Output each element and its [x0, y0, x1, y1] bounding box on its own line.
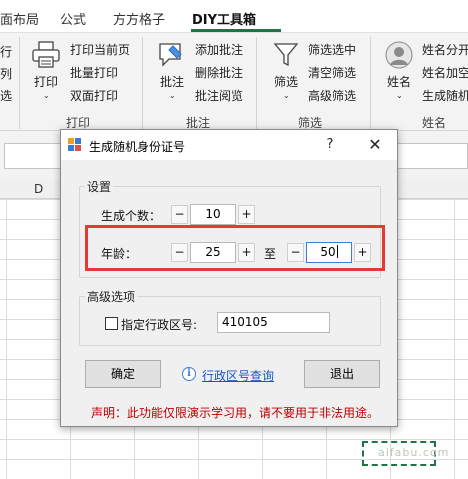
print-current-page[interactable]: 打印当前页: [70, 41, 130, 58]
chevron-down-icon[interactable]: ⌄: [43, 91, 50, 100]
ribbon-tab-bar: 面布局 公式 方方格子 DIY工具箱: [0, 0, 468, 32]
count-input[interactable]: 10: [190, 204, 236, 225]
name-box[interactable]: [4, 143, 64, 169]
age-label: 年龄：: [101, 247, 138, 261]
close-button[interactable]: ✕: [361, 134, 389, 156]
count-plus-button[interactable]: +: [238, 205, 255, 224]
region-code-lookup-link[interactable]: 行政区号查询: [202, 367, 274, 384]
age-min-input[interactable]: 25: [190, 242, 236, 263]
chevron-down-icon[interactable]: ⌄: [169, 91, 176, 100]
settings-title: 设置: [85, 178, 114, 195]
funnel-icon: [273, 43, 299, 67]
count-label: 生成个数：: [101, 209, 162, 223]
group-label-name: 姓名: [422, 116, 447, 130]
info-icon: i: [182, 367, 196, 381]
age-min-minus-button[interactable]: −: [171, 243, 188, 262]
age-max-value: 50: [320, 245, 336, 259]
dialog-title: 生成随机身份证号: [89, 140, 186, 154]
random-id-dialog: 生成随机身份证号 ? ✕ 设置 生成个数： − 10 + 年龄： − 25 + …: [60, 129, 398, 427]
advanced-title: 高级选项: [85, 288, 138, 305]
age-max-minus-button[interactable]: −: [287, 243, 304, 262]
add-comment[interactable]: 添加批注: [195, 41, 243, 58]
group-separator: [19, 37, 20, 129]
filter-button[interactable]: 筛选: [274, 73, 298, 90]
watermark: aifabu.com: [378, 446, 450, 459]
tab-page-layout[interactable]: 面布局: [0, 9, 39, 28]
ok-button[interactable]: 确定: [85, 360, 161, 388]
generate-random[interactable]: 生成随机: [422, 87, 468, 104]
comment-icon: [159, 43, 182, 67]
group-separator: [256, 37, 257, 129]
split-name[interactable]: 姓名分开: [422, 41, 468, 58]
region-code-input[interactable]: 410105: [217, 312, 330, 333]
age-max-plus-button[interactable]: +: [354, 243, 371, 262]
chevron-down-icon[interactable]: ⌄: [283, 91, 290, 100]
partial-item-1[interactable]: 行: [0, 43, 12, 60]
filter-selected[interactable]: 筛选选中: [308, 41, 356, 58]
browse-comments[interactable]: 批注阅览: [195, 87, 243, 104]
batch-print[interactable]: 批量打印: [70, 64, 118, 81]
region-code-label[interactable]: 指定行政区号:: [121, 316, 197, 333]
dialog-titlebar[interactable]: 生成随机身份证号 ? ✕: [61, 130, 397, 160]
app-icon: [68, 138, 81, 151]
chevron-down-icon[interactable]: ⌄: [396, 91, 403, 100]
advanced-filter[interactable]: 高级筛选: [308, 87, 356, 104]
tab-diy-toolbox[interactable]: DIY工具箱: [192, 9, 256, 28]
group-separator: [370, 37, 371, 129]
partial-item-2[interactable]: 列: [0, 65, 12, 82]
help-button[interactable]: ?: [321, 137, 339, 155]
name-button[interactable]: 姓名: [387, 73, 411, 90]
age-min-plus-button[interactable]: +: [238, 243, 255, 262]
count-minus-button[interactable]: −: [171, 205, 188, 224]
comment-button[interactable]: 批注: [160, 73, 184, 90]
ribbon: 行 列 选 打印 ⌄ 打印当前页 批量打印 双面打印 打印 批注 ⌄ 添加批注 …: [0, 32, 468, 131]
age-max-input[interactable]: 50: [306, 242, 352, 263]
partial-item-3[interactable]: 选: [0, 87, 12, 104]
name-add-space[interactable]: 姓名加空: [422, 64, 468, 81]
print-button[interactable]: 打印: [34, 73, 58, 90]
region-code-checkbox[interactable]: [105, 317, 118, 330]
disclaimer-text: 声明：此功能仅限演示学习用，请不要用于非法用途。: [91, 406, 380, 420]
age-to-label: 至: [264, 247, 277, 261]
delete-comment[interactable]: 删除批注: [195, 64, 243, 81]
printer-icon: [32, 41, 60, 68]
group-separator: [142, 37, 143, 129]
tab-formulas[interactable]: 公式: [60, 9, 86, 28]
duplex-print[interactable]: 双面打印: [70, 87, 118, 104]
exit-button[interactable]: 退出: [304, 360, 380, 388]
tab-fangfang[interactable]: 方方格子: [113, 9, 165, 28]
person-icon: [385, 41, 413, 69]
column-header-d[interactable]: D: [34, 182, 43, 196]
clear-filter[interactable]: 清空筛选: [308, 64, 356, 81]
text-caret: [336, 245, 338, 258]
